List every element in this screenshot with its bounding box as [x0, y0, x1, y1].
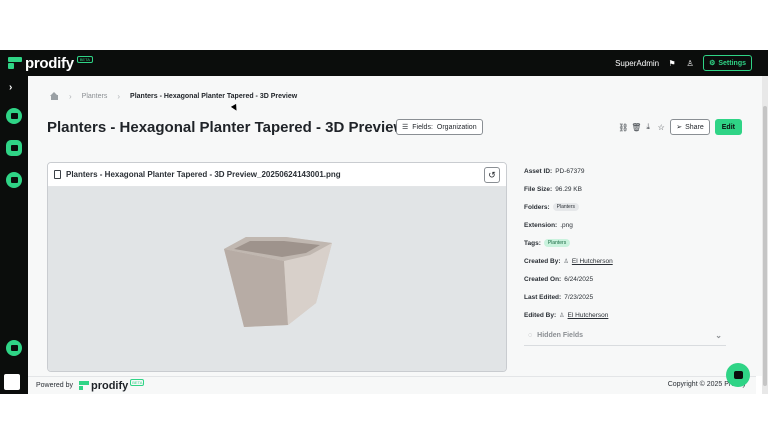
link-icon[interactable]: ⛓ [618, 123, 628, 132]
beta-badge: BETA [76, 55, 93, 63]
settings-button[interactable]: ⚙ Settings [703, 55, 752, 71]
beta-badge: BETA [130, 379, 145, 386]
tag-chip[interactable]: Planters [543, 239, 571, 247]
created-by-link[interactable]: El Hutcherson [572, 258, 613, 265]
fields-button[interactable]: ☰ Fields: Organization [396, 119, 483, 135]
folder-chip[interactable]: Planters [552, 203, 579, 211]
meta-last-edited: Last Edited: 7/23/2025 [524, 288, 734, 306]
meta-extension: Extension: .png [524, 216, 734, 234]
brand-name: prodify [25, 54, 74, 72]
meta-asset-id: Asset ID: PD-67379 [524, 162, 734, 180]
app-frame: prodify BETA SuperAdmin ⚑ ♙ ⚙ Settings ›… [0, 50, 768, 394]
share-label: Share [685, 123, 704, 131]
sidebar: › [0, 76, 28, 394]
meta-label: Asset ID: [524, 167, 553, 175]
preview-image-area [48, 187, 506, 371]
footer-logo: prodify BETA [78, 379, 145, 392]
share-button[interactable]: ➢ Share [670, 119, 710, 135]
meta-label: Edited By: [524, 311, 557, 319]
play-icon [10, 177, 18, 183]
home-icon [10, 345, 18, 351]
asset-metadata: Asset ID: PD-67379 File Size: 96.29 KB F… [524, 162, 734, 324]
breadcrumb-item[interactable]: Planters [82, 93, 108, 100]
asset-actions: ⛓ 🗑 ⤓ ☆ ➢ Share Edit [618, 119, 742, 135]
list-icon: ☰ [402, 124, 409, 131]
chat-button[interactable] [726, 363, 750, 387]
dashboard-icon [10, 113, 18, 119]
sidebar-item-dashboard[interactable] [6, 108, 22, 124]
download-icon[interactable]: ⤓ [644, 122, 652, 132]
meta-value: .png [560, 221, 573, 229]
send-icon: ➢ [676, 124, 683, 131]
assets-icon [10, 145, 18, 151]
gear-icon: ⚙ [709, 60, 716, 67]
meta-file-size: File Size: 96.29 KB [524, 180, 734, 198]
preview-header: Planters - Hexagonal Planter Tapered - 3… [48, 163, 506, 187]
meta-value: 6/24/2025 [564, 275, 594, 283]
main-content: › Planters › Planters - Hexagonal Plante… [28, 76, 762, 376]
top-right-controls: SuperAdmin ⚑ ♙ ⚙ Settings [615, 54, 752, 72]
preview-panel: Planters - Hexagonal Planter Tapered - 3… [47, 162, 507, 372]
planter-preview-image [224, 237, 332, 327]
user-name[interactable]: SuperAdmin [615, 59, 659, 68]
powered-by-text: Powered by [36, 382, 73, 389]
sidebar-item-home[interactable] [6, 340, 22, 356]
meta-label: Created By: [524, 257, 561, 265]
footer-brand: prodify [90, 379, 129, 392]
bell-icon[interactable]: ♙ [685, 58, 695, 68]
footer: Powered by prodify BETA Copyright © 2025… [28, 376, 756, 394]
meta-label: Extension: [524, 221, 558, 229]
edited-by-link[interactable]: El Hutcherson [568, 312, 609, 319]
chevron-right-icon[interactable]: › [9, 82, 12, 93]
brand-logo[interactable]: prodify BETA [8, 54, 93, 72]
settings-label: Settings [718, 59, 746, 67]
meta-label: Created On: [524, 275, 562, 283]
meta-created-by: Created By: ♙ El Hutcherson [524, 252, 734, 270]
meta-label: Tags: [524, 239, 541, 247]
chat-icon [733, 371, 743, 379]
top-bar: prodify BETA SuperAdmin ⚑ ♙ ⚙ Settings [0, 50, 768, 76]
sidebar-item-assets[interactable] [6, 140, 22, 156]
chevron-down-icon: ⌄ [715, 331, 722, 340]
meta-tags: Tags: Planters [524, 234, 734, 252]
org-logo[interactable] [4, 374, 20, 390]
meta-label: Folders: [524, 203, 550, 211]
sidebar-item-play[interactable] [6, 172, 22, 188]
prodify-logo-icon [78, 381, 89, 390]
restore-button[interactable]: ↺ [484, 167, 500, 183]
scrollbar-thumb[interactable] [763, 106, 767, 386]
user-icon: ♙ [559, 312, 565, 319]
user-icon: ♙ [563, 258, 569, 265]
meta-value: 7/23/2025 [564, 293, 594, 301]
prodify-logo-icon [8, 57, 22, 69]
trash-icon[interactable]: 🗑 [631, 123, 641, 132]
meta-value: PD-67379 [555, 167, 585, 175]
meta-label: Last Edited: [524, 293, 562, 301]
breadcrumb: › Planters › Planters - Hexagonal Plante… [50, 90, 297, 102]
page-title: Planters - Hexagonal Planter Tapered - 3… [47, 119, 406, 136]
chevron-right-icon: › [69, 91, 72, 101]
edit-button[interactable]: Edit [714, 119, 742, 135]
fields-label: Fields: [412, 123, 433, 131]
meta-created-on: Created On: 6/24/2025 [524, 270, 734, 288]
flag-icon[interactable]: ⚑ [667, 58, 677, 68]
home-icon[interactable] [50, 91, 59, 101]
meta-value: 96.29 KB [555, 185, 582, 193]
preview-filename: Planters - Hexagonal Planter Tapered - 3… [66, 170, 341, 179]
meta-folders: Folders: Planters [524, 198, 734, 216]
hidden-fields-label: Hidden Fields [537, 332, 584, 339]
chevron-right-icon: › [117, 91, 121, 101]
meta-edited-by: Edited By: ♙ El Hutcherson [524, 306, 734, 324]
fields-value: Organization [436, 123, 477, 131]
breadcrumb-current: Planters - Hexagonal Planter Tapered - 3… [130, 92, 298, 100]
file-icon [54, 170, 61, 179]
meta-label: File Size: [524, 185, 553, 193]
eye-off-icon: ◌ [528, 332, 533, 339]
scrollbar[interactable] [762, 76, 768, 394]
history-icon: ↺ [488, 169, 496, 180]
star-icon[interactable]: ☆ [657, 123, 665, 132]
hidden-fields-toggle[interactable]: ◌ Hidden Fields ⌄ [524, 326, 726, 346]
